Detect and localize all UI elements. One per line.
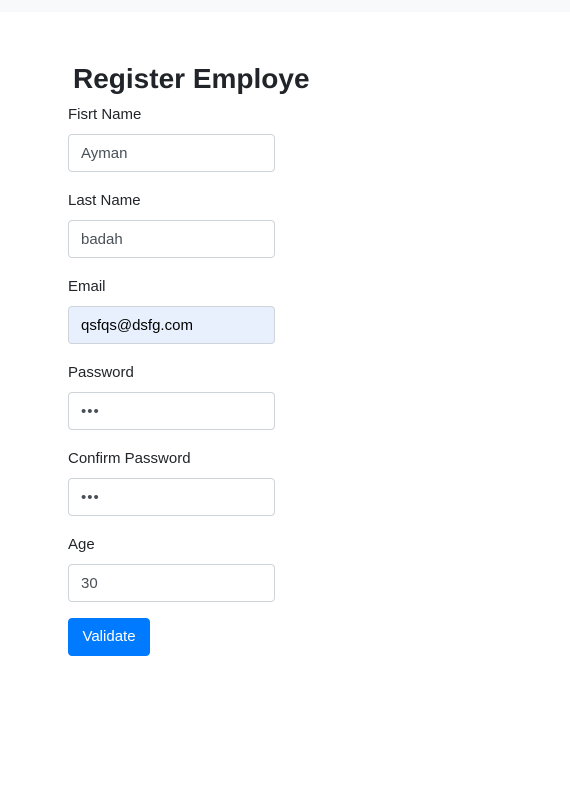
validate-button[interactable]: Validate [68, 618, 150, 656]
last-name-input[interactable] [68, 220, 275, 258]
first-name-label: Fisrt Name [68, 106, 142, 123]
password-label: Password [68, 364, 134, 381]
confirm-password-label: Confirm Password [68, 450, 191, 467]
age-label: Age [68, 536, 95, 553]
first-name-input[interactable] [68, 134, 275, 172]
age-input[interactable] [68, 564, 275, 602]
page-title: Register Employe [73, 63, 310, 94]
confirm-password-input[interactable] [68, 478, 275, 516]
email-input[interactable] [68, 306, 275, 344]
top-navbar [0, 0, 570, 12]
password-input[interactable] [68, 392, 275, 430]
email-label: Email [68, 278, 106, 295]
last-name-label: Last Name [68, 192, 141, 209]
